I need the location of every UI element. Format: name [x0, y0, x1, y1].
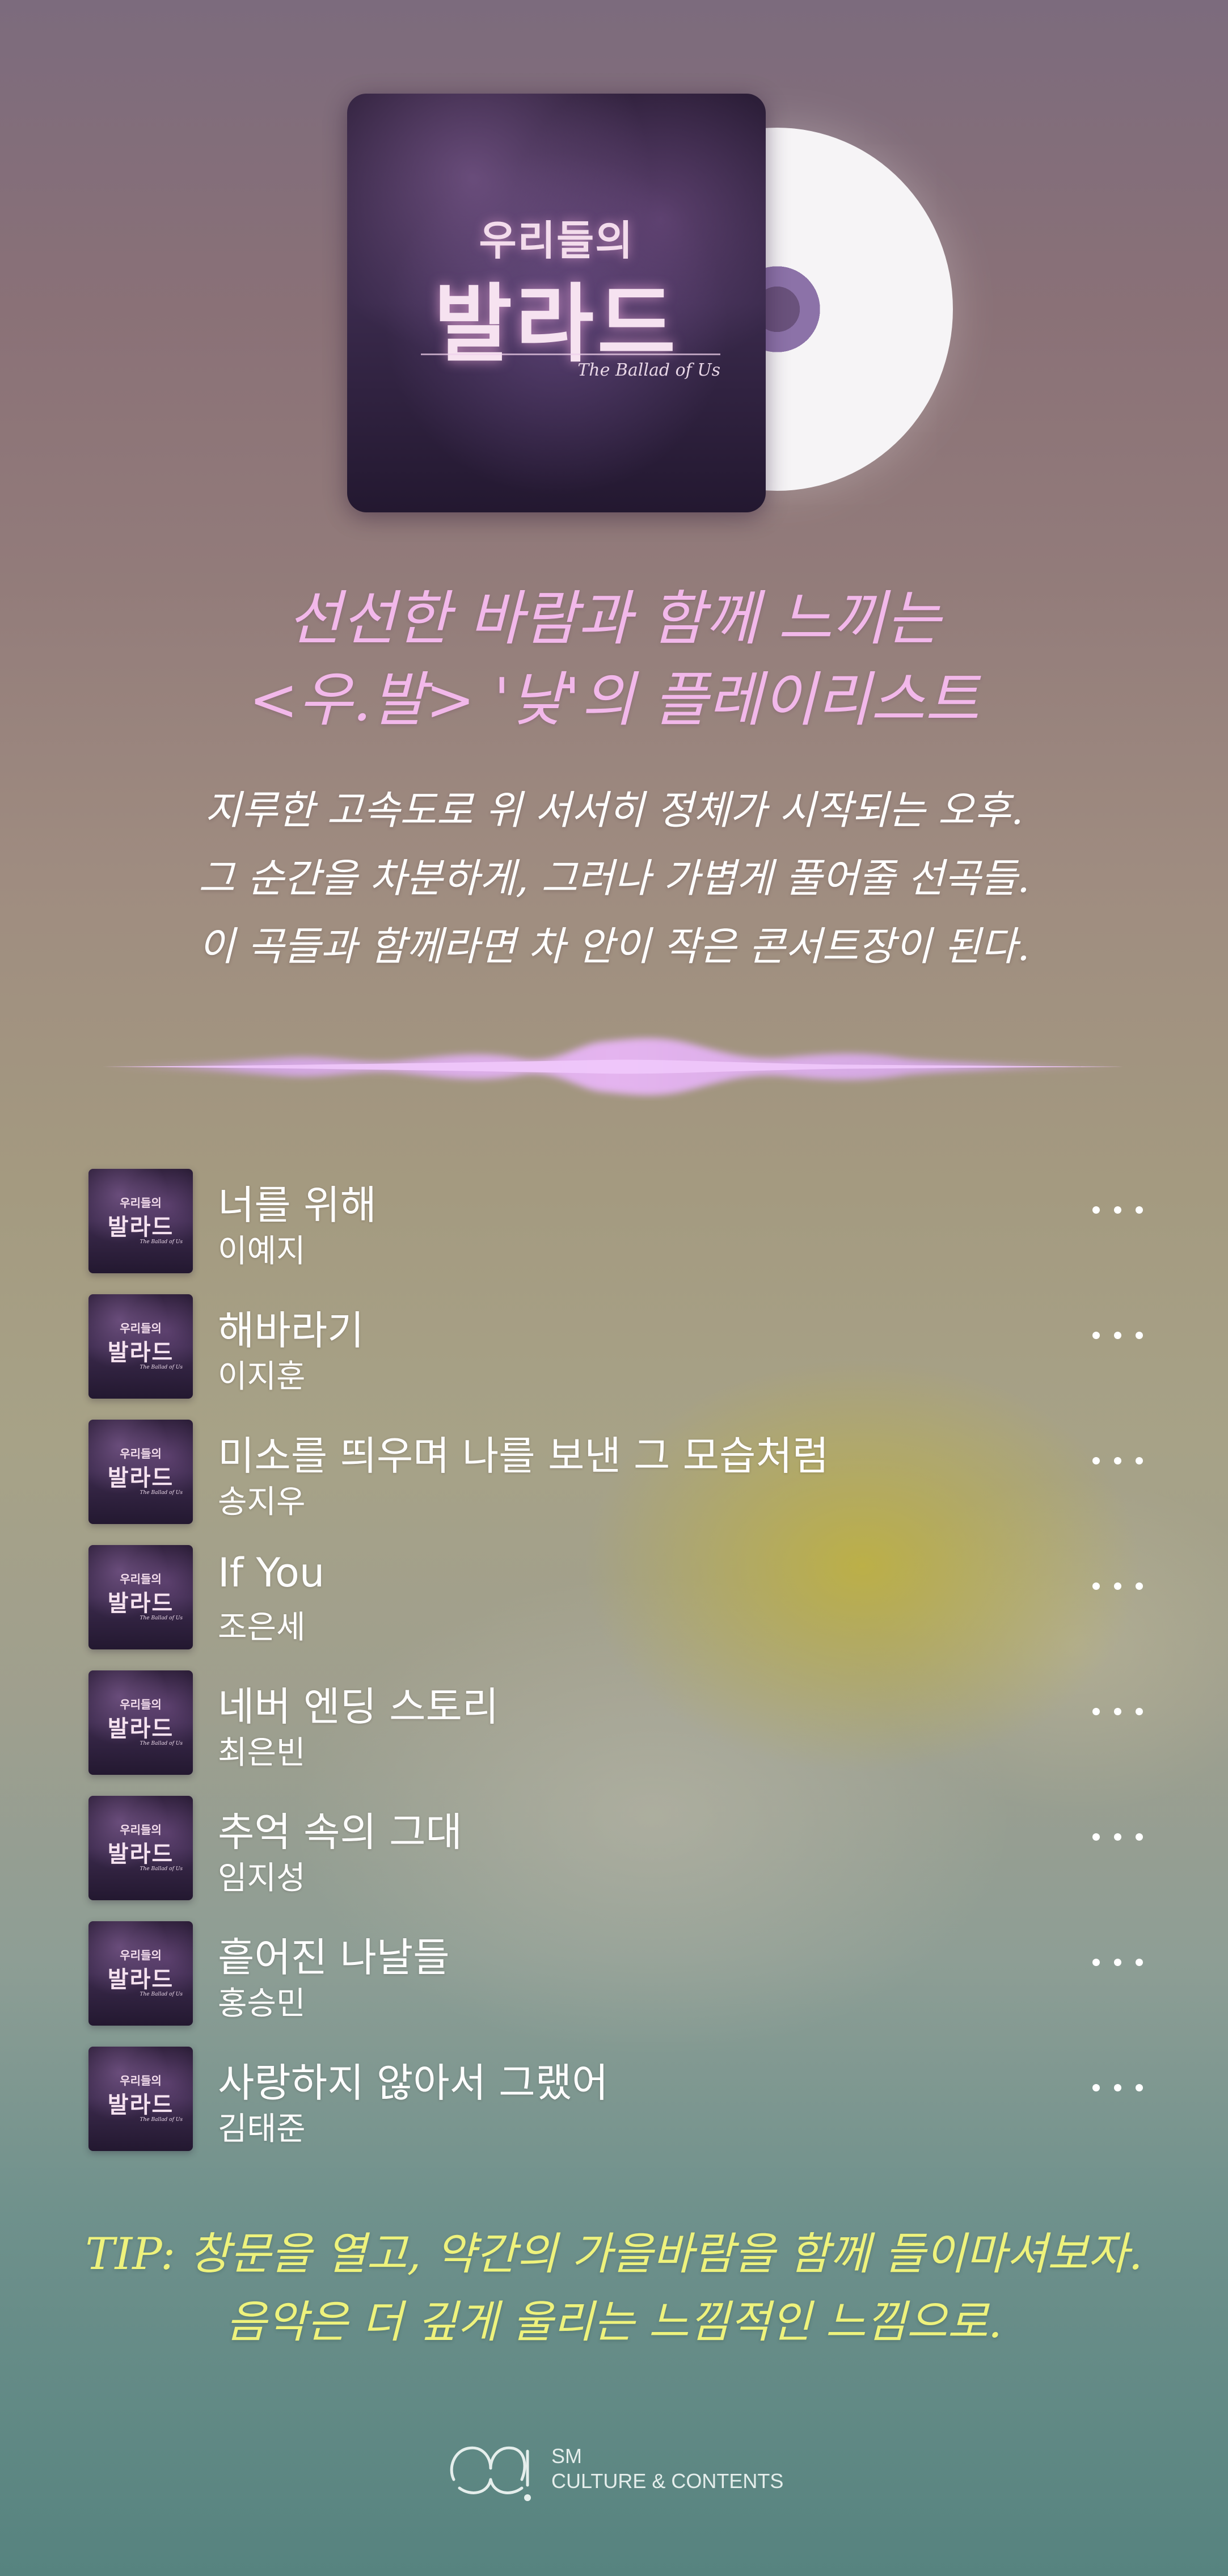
track-thumbnail: 우리들의 발라드 The Ballad of Us	[88, 1796, 193, 1900]
track-title: If You	[218, 1550, 325, 1596]
more-horizontal-icon[interactable]	[1092, 1833, 1143, 1845]
track-item[interactable]: 우리들의 발라드 The Ballad of Us If You 조은세	[88, 1545, 1143, 1649]
more-horizontal-icon[interactable]	[1092, 1708, 1143, 1719]
track-artist: 최은빈	[218, 1735, 306, 1771]
tip-line-2: 음악은 더 깊게 울리는 느낌적인 느낌으로.	[226, 2297, 1002, 2348]
track-artist: 송지우	[218, 1484, 306, 1521]
track-item[interactable]: 우리들의 발라드 The Ballad of Us 미소를 띄우며 나를 보낸 …	[88, 1420, 1143, 1524]
track-title: 흩어진 나날들	[218, 1934, 450, 1981]
track-item[interactable]: 우리들의 발라드 The Ballad of Us 흩어진 나날들 홍승민	[88, 1921, 1143, 2026]
waveform-graphic	[91, 1038, 1134, 1096]
more-horizontal-icon[interactable]	[1092, 1206, 1143, 1218]
album-title-underline	[421, 353, 720, 355]
album-subtitle: The Ballad of Us	[577, 360, 720, 380]
footer-logo: SM CULTURE & CONTENTS	[442, 2434, 794, 2508]
brand-line-2: CULTURE & CONTENTS	[551, 2469, 784, 2493]
track-thumbnail: 우리들의 발라드 The Ballad of Us	[88, 1420, 193, 1524]
track-item[interactable]: 우리들의 발라드 The Ballad of Us 추억 속의 그대 임지성	[88, 1796, 1143, 1900]
track-artist: 홍승민	[218, 1985, 306, 2022]
track-title: 미소를 띄우며 나를 보낸 그 모습처럼	[218, 1433, 829, 1479]
track-thumbnail: 우리들의 발라드 The Ballad of Us	[88, 1169, 193, 1273]
track-title: 너를 위해	[218, 1182, 377, 1228]
more-horizontal-icon[interactable]	[1092, 1959, 1143, 1970]
track-thumbnail: 우리들의 발라드 The Ballad of Us	[88, 1545, 193, 1649]
track-artist: 김태준	[218, 2111, 306, 2148]
description-line-1: 지루한 고속도로 위 서서히 정체가 시작되는 오후.	[204, 787, 1024, 834]
more-horizontal-icon[interactable]	[1092, 2084, 1143, 2095]
track-item[interactable]: 우리들의 발라드 The Ballad of Us 해바라기 이지훈	[88, 1294, 1143, 1399]
track-thumbnail: 우리들의 발라드 The Ballad of Us	[88, 1670, 193, 1775]
track-title: 사랑하지 않아서 그랬어	[218, 2060, 609, 2106]
track-item[interactable]: 우리들의 발라드 The Ballad of Us 너를 위해 이예지	[88, 1169, 1143, 1273]
track-title: 해바라기	[218, 1307, 364, 1354]
track-artist: 이지훈	[218, 1358, 306, 1395]
track-item[interactable]: 우리들의 발라드 The Ballad of Us 사랑하지 않아서 그랬어 김…	[88, 2047, 1143, 2151]
sm-logo-icon	[450, 2446, 531, 2501]
brand-line-1: SM	[551, 2444, 582, 2468]
track-thumbnail: 우리들의 발라드 The Ballad of Us	[88, 1294, 193, 1399]
heading-line-2: <우.발> '낮'의 플레이리스트	[248, 665, 980, 734]
more-horizontal-icon[interactable]	[1092, 1332, 1143, 1343]
more-horizontal-icon[interactable]	[1092, 1582, 1143, 1594]
description-line-3: 이 곡들과 함께라면 차 안이 작은 콘서트장이 된다.	[198, 923, 1030, 970]
heading-line-1: 선선한 바람과 함께 느끼는	[287, 584, 941, 653]
track-title: 네버 엔딩 스토리	[218, 1683, 499, 1730]
album-cover: 우리들의 발라드 The Ballad of Us	[347, 94, 766, 512]
track-artist: 이예지	[218, 1233, 306, 1270]
track-artist: 조은세	[218, 1609, 306, 1646]
track-thumbnail: 우리들의 발라드 The Ballad of Us	[88, 1921, 193, 2026]
tip-line-1: TIP: 창문을 열고, 약간의 가을바람을 함께 들이마셔보자.	[85, 2229, 1143, 2280]
track-thumbnail: 우리들의 발라드 The Ballad of Us	[88, 2047, 193, 2151]
description-line-2: 그 순간을 차분하게, 그러나 가볍게 풀어줄 선곡들.	[198, 855, 1030, 902]
track-title: 추억 속의 그대	[218, 1809, 462, 1855]
track-artist: 임지성	[218, 1860, 306, 1897]
more-horizontal-icon[interactable]	[1092, 1457, 1143, 1468]
track-item[interactable]: 우리들의 발라드 The Ballad of Us 네버 엔딩 스토리 최은빈	[88, 1670, 1143, 1775]
